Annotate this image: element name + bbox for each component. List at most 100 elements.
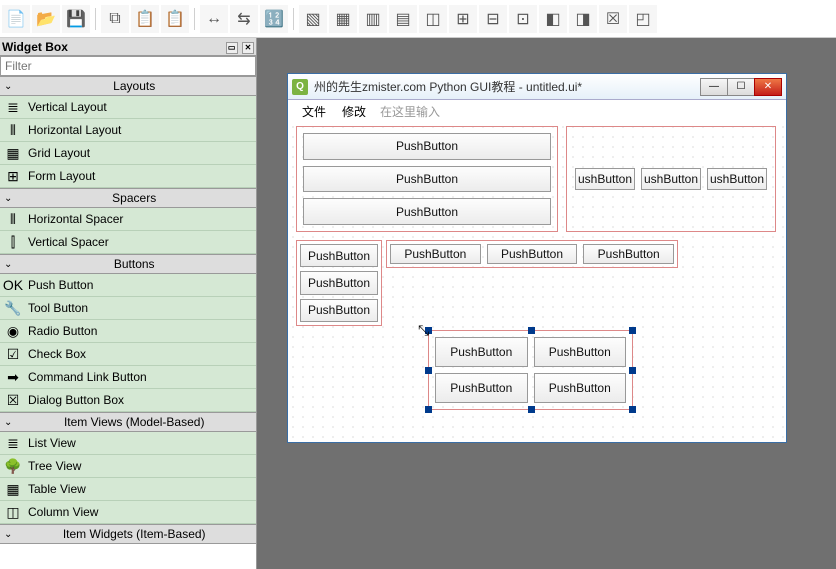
- widget-box-panel: Widget Box ▭ ✕ ⌄Layouts≣Vertical Layout⦀…: [0, 38, 257, 569]
- widget-item[interactable]: ◫Column View: [0, 501, 256, 524]
- widget-item[interactable]: 🔧Tool Button: [0, 297, 256, 320]
- push-button[interactable]: PushButton: [300, 244, 378, 267]
- widget-item[interactable]: ≣List View: [0, 432, 256, 455]
- push-button[interactable]: PushButton: [300, 271, 378, 294]
- layout-grid-button[interactable]: ◫: [419, 5, 447, 33]
- widget-item[interactable]: ⫴Horizontal Spacer: [0, 208, 256, 231]
- widget-item[interactable]: ≣Vertical Layout: [0, 96, 256, 119]
- push-button[interactable]: ushButton: [575, 168, 635, 190]
- widget-item[interactable]: ◉Radio Button: [0, 320, 256, 343]
- widget-item[interactable]: ▦Table View: [0, 478, 256, 501]
- selection-handle[interactable]: [528, 327, 535, 334]
- widget-item[interactable]: ▦Grid Layout: [0, 142, 256, 165]
- spacer-v-button[interactable]: ◧: [539, 5, 567, 33]
- vertical-layout[interactable]: PushButton PushButton PushButton: [296, 240, 382, 326]
- widget-box-close-icon[interactable]: ✕: [242, 42, 254, 54]
- selection-handle[interactable]: [629, 327, 636, 334]
- selection-handle[interactable]: [629, 367, 636, 374]
- horizontal-layout[interactable]: PushButton PushButton PushButton: [386, 240, 678, 268]
- widget-box-float-icon[interactable]: ▭: [226, 42, 238, 54]
- push-button[interactable]: PushButton: [300, 299, 378, 322]
- push-button[interactable]: PushButton: [534, 337, 627, 367]
- menu-edit[interactable]: 修改: [334, 101, 374, 122]
- copy-button[interactable]: ⧉: [101, 5, 129, 33]
- widget-item[interactable]: ☑Check Box: [0, 343, 256, 366]
- widget-item[interactable]: ⊞Form Layout: [0, 165, 256, 188]
- widget-item[interactable]: ☒Dialog Button Box: [0, 389, 256, 412]
- push-button[interactable]: ushButton: [641, 168, 701, 190]
- layout-vs-button[interactable]: ▤: [389, 5, 417, 33]
- close-button[interactable]: ✕: [754, 78, 782, 96]
- menu-file[interactable]: 文件: [294, 101, 334, 122]
- widget-filter-input[interactable]: [0, 56, 256, 76]
- form-title: 州的先生zmister.com Python GUI教程 - untitled.…: [314, 78, 695, 95]
- widget-item[interactable]: ➡Command Link Button: [0, 366, 256, 389]
- selection-handle[interactable]: [528, 406, 535, 413]
- chevron-down-icon: ⌄: [4, 259, 12, 270]
- widget-label: Horizontal Layout: [28, 123, 121, 137]
- horizontal-layout[interactable]: ushButton ushButton ushButton: [566, 126, 776, 232]
- widget-category-header[interactable]: ⌄Layouts: [0, 76, 256, 96]
- adjust-size-button[interactable]: ⊡: [509, 5, 537, 33]
- paste-button[interactable]: 📋: [131, 5, 159, 33]
- minimize-button[interactable]: —: [700, 78, 728, 96]
- vertical-layout[interactable]: PushButton PushButton PushButton: [296, 126, 558, 232]
- form-body[interactable]: PushButton PushButton PushButton ushButt…: [288, 122, 786, 442]
- tab-order-button[interactable]: 🔢: [260, 5, 288, 33]
- push-button[interactable]: PushButton: [487, 244, 578, 264]
- widget-category-header[interactable]: ⌄Item Views (Model-Based): [0, 412, 256, 432]
- design-canvas[interactable]: Q 州的先生zmister.com Python GUI教程 - untitle…: [257, 38, 836, 569]
- menu-type-here[interactable]: 在这里输入: [374, 101, 446, 122]
- layout-form-button[interactable]: ⊞: [449, 5, 477, 33]
- push-button[interactable]: PushButton: [303, 166, 551, 193]
- form-titlebar[interactable]: Q 州的先生zmister.com Python GUI教程 - untitle…: [288, 74, 786, 100]
- widget-item[interactable]: ⫿Vertical Spacer: [0, 231, 256, 254]
- widget-icon: ➡: [4, 368, 22, 386]
- spacer-h-button[interactable]: ◨: [569, 5, 597, 33]
- widget-list[interactable]: ⌄Layouts≣Vertical Layout⦀Horizontal Layo…: [0, 76, 256, 569]
- widget-icon: ▦: [4, 480, 22, 498]
- widget-item[interactable]: 🌳Tree View: [0, 455, 256, 478]
- layout-hs-button[interactable]: ▥: [359, 5, 387, 33]
- widget-category-header[interactable]: ⌄Buttons: [0, 254, 256, 274]
- category-label: Item Widgets (Item-Based): [16, 527, 252, 541]
- grid-layout-selected[interactable]: PushButton PushButton PushButton PushBut…: [428, 330, 633, 410]
- form-window-buttons: — ☐ ✕: [701, 78, 782, 96]
- new-file-button[interactable]: 📄: [2, 5, 30, 33]
- push-button[interactable]: PushButton: [390, 244, 481, 264]
- widget-item[interactable]: ⦀Horizontal Layout: [0, 119, 256, 142]
- save-file-button[interactable]: 💾: [62, 5, 90, 33]
- selection-handle[interactable]: [425, 367, 432, 374]
- main-toolbar: 📄 📂 💾 ⧉ 📋 📋 ↔ ⇆ 🔢 ▧ ▦ ▥ ▤ ◫ ⊞ ⊟ ⊡ ◧ ◨ ☒ …: [0, 0, 836, 38]
- signals-slots-button[interactable]: ☒: [599, 5, 627, 33]
- push-button[interactable]: PushButton: [435, 373, 528, 403]
- widget-label: Vertical Layout: [28, 100, 107, 114]
- push-button[interactable]: PushButton: [583, 244, 674, 264]
- push-button[interactable]: PushButton: [435, 337, 528, 367]
- selection-handle[interactable]: [425, 406, 432, 413]
- push-button[interactable]: PushButton: [534, 373, 627, 403]
- widget-box-title: Widget Box ▭ ✕: [0, 38, 256, 56]
- selection-handle[interactable]: [629, 406, 636, 413]
- break-layout-button[interactable]: ⊟: [479, 5, 507, 33]
- widget-category-header[interactable]: ⌄Spacers: [0, 188, 256, 208]
- push-button[interactable]: PushButton: [303, 133, 551, 160]
- toolbar-separator: [95, 8, 96, 30]
- open-file-button[interactable]: 📂: [32, 5, 60, 33]
- widget-label: Vertical Spacer: [28, 235, 109, 249]
- form-menubar[interactable]: 文件 修改 在这里输入: [288, 100, 786, 122]
- maximize-button[interactable]: ☐: [727, 78, 755, 96]
- form-window[interactable]: Q 州的先生zmister.com Python GUI教程 - untitle…: [287, 73, 787, 443]
- layout-h-button[interactable]: ▧: [299, 5, 327, 33]
- layout-horizontal-button[interactable]: ↔: [200, 5, 228, 33]
- widget-category-header[interactable]: ⌄Item Widgets (Item-Based): [0, 524, 256, 544]
- clipboard-button[interactable]: 📋: [161, 5, 189, 33]
- push-button[interactable]: ushButton: [707, 168, 767, 190]
- layout-v-button[interactable]: ▦: [329, 5, 357, 33]
- widget-label: Dialog Button Box: [28, 393, 124, 407]
- widget-item[interactable]: OKPush Button: [0, 274, 256, 297]
- widget-icon: 🌳: [4, 457, 22, 475]
- push-button[interactable]: PushButton: [303, 198, 551, 225]
- layout-vertical-button[interactable]: ⇆: [230, 5, 258, 33]
- preview-button[interactable]: ◰: [629, 5, 657, 33]
